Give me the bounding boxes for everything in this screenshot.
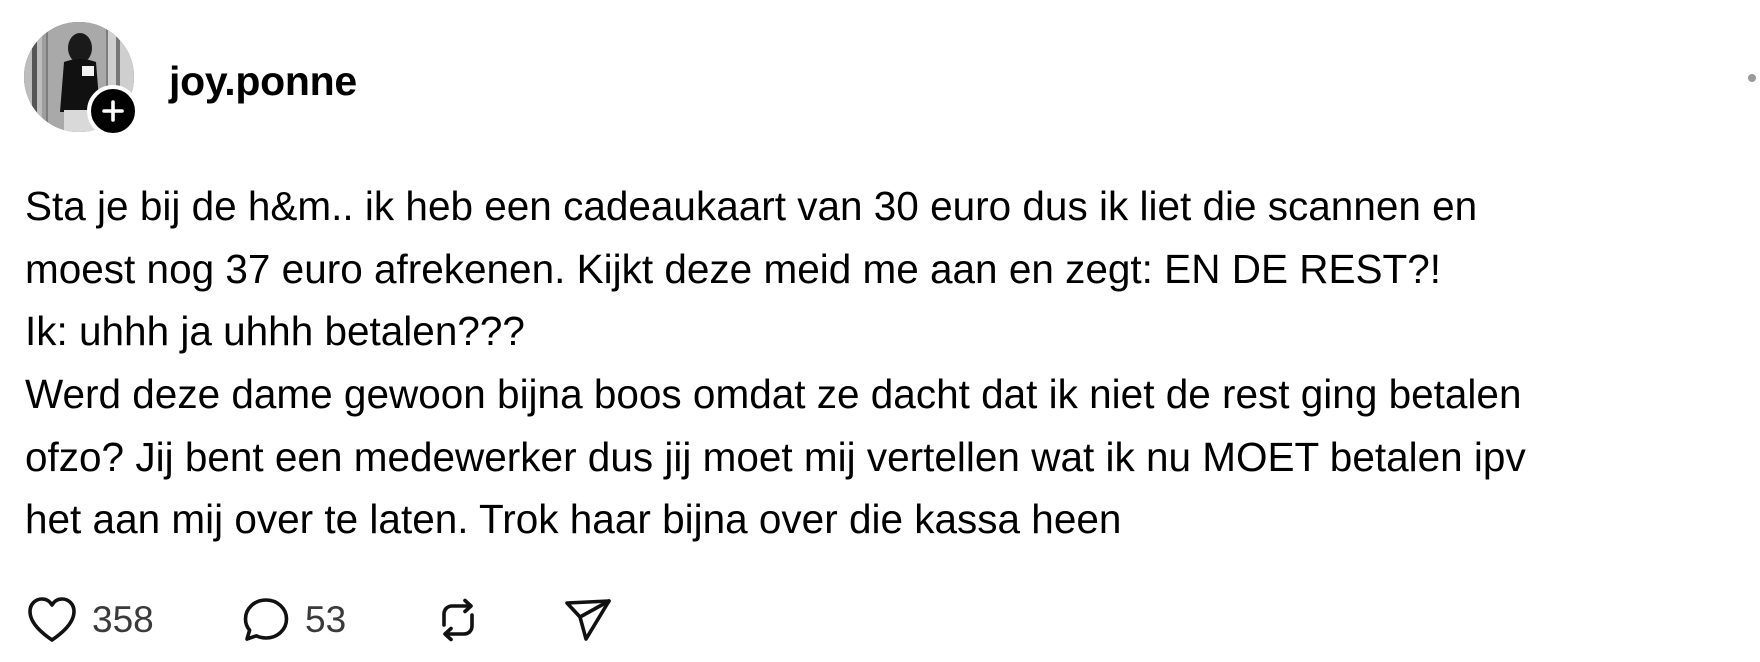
- paper-plane-icon: [565, 599, 611, 641]
- reply-button[interactable]: 53: [241, 590, 346, 650]
- speech-bubble-icon: [243, 598, 289, 641]
- thread-post: joy.ponne Sta je bij de h&m.. ik heb een…: [0, 0, 1760, 662]
- heart-icon: [28, 597, 76, 642]
- repost-icon: [442, 598, 474, 642]
- plus-icon: [102, 100, 124, 122]
- post-text-line: Sta je bij de h&m.. ik heb een cadeaukaa…: [25, 183, 1478, 229]
- follow-button[interactable]: [87, 85, 139, 137]
- author-avatar[interactable]: [24, 22, 139, 137]
- like-button[interactable]: 358: [26, 590, 154, 650]
- repost-button[interactable]: [432, 590, 484, 650]
- author-username[interactable]: joy.ponne: [169, 56, 357, 106]
- post-text-line: het aan mij over te laten. Trok haar bij…: [25, 496, 1122, 543]
- more-options-icon[interactable]: [1748, 74, 1756, 82]
- like-count: 358: [92, 599, 154, 640]
- post-text-line: ofzo? Jij bent een medewerker dus jij mo…: [25, 433, 1526, 480]
- post-text: Sta je bij de h&m.. ik heb een cadeaukaa…: [25, 175, 1745, 551]
- post-text-line: Werd deze dame gewoon bijna boos omdat z…: [25, 371, 1522, 418]
- post-text-line: Ik: uhhh ja uhhh betalen???: [25, 308, 525, 355]
- share-button[interactable]: [562, 590, 614, 650]
- post-actions: 358 53: [0, 590, 1760, 650]
- reply-count: 53: [305, 599, 347, 640]
- post-text-line: moest nog 37 euro afrekenen. Kijkt deze …: [25, 245, 1441, 292]
